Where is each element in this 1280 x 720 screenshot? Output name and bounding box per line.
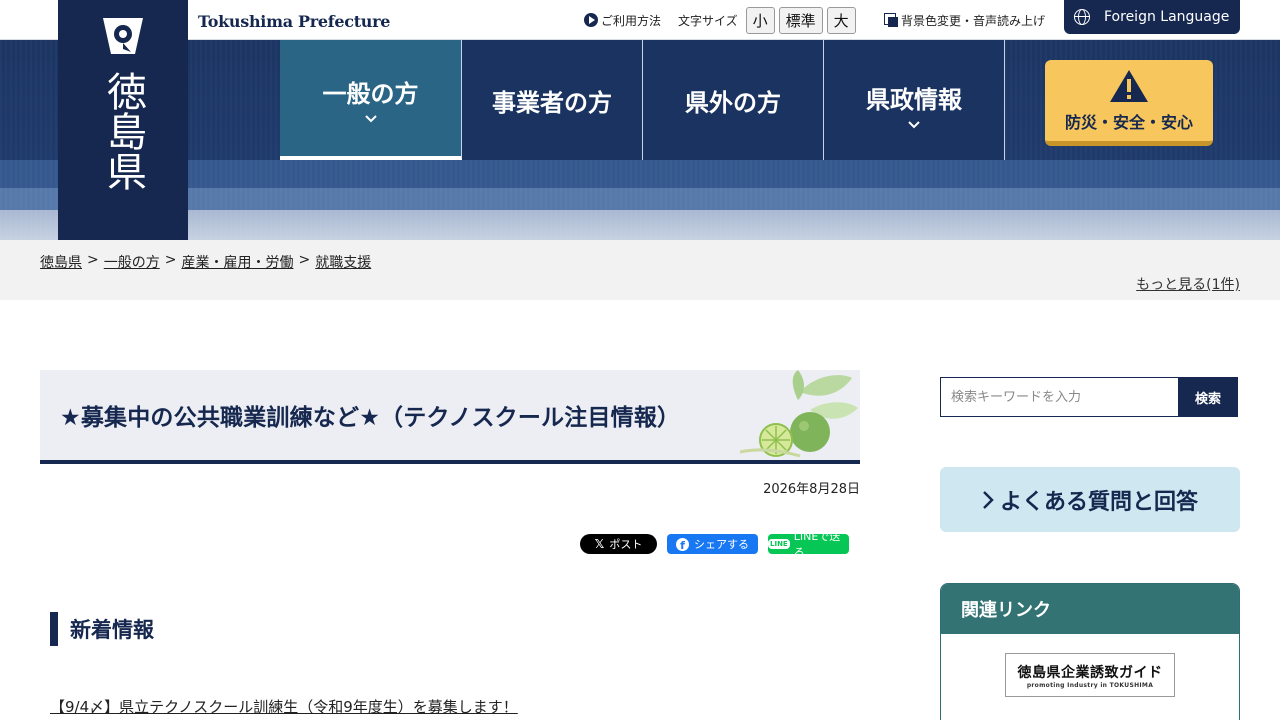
banner-title: 徳島県企業誘致ガイド: [1017, 664, 1163, 681]
nav-label: 一般の方: [322, 79, 419, 108]
foreign-language-label: Foreign Language: [1104, 9, 1230, 25]
breadcrumb-link-general[interactable]: 一般の方: [104, 252, 160, 272]
prefecture-name-vertical: 徳島県: [58, 66, 188, 196]
font-size-standard-button[interactable]: 標準: [778, 6, 823, 34]
sudachi-illustration: [740, 370, 858, 458]
search-input[interactable]: [940, 377, 1178, 417]
background-color-label: 背景色変更・音声読み上げ: [901, 13, 1046, 28]
font-size-large-button[interactable]: 大: [826, 6, 856, 34]
font-size-small-button[interactable]: 小: [745, 6, 775, 34]
chevron-down-icon: [364, 114, 377, 122]
color-squares-icon: [884, 12, 899, 28]
prefecture-emblem-icon: [103, 18, 143, 54]
line-send-button[interactable]: LINE LINEで送る: [768, 530, 849, 559]
nav-label: 事業者の方: [492, 88, 612, 117]
x-post-label: ポスト: [609, 538, 643, 551]
nav-label: 県政情報: [866, 85, 962, 114]
breadcrumb-separator: >: [87, 252, 99, 268]
banner-subtitle: promoting Industry in TOKUSHIMA: [1026, 681, 1154, 689]
breadcrumb-separator: >: [298, 252, 311, 268]
guide-link[interactable]: ご利用方法: [584, 0, 661, 40]
disaster-label: 防災・安全・安心: [1064, 112, 1193, 132]
facebook-share-label: シェアする: [694, 538, 749, 551]
nav-outside-prefecture[interactable]: 県外の方: [643, 40, 824, 160]
page-title: ★募集中の公共職業訓練など★（テクノスクール注目情報）: [60, 405, 681, 431]
publish-date: 2026年8月28日: [763, 482, 860, 497]
see-more-link[interactable]: もっと見る(1件): [1136, 274, 1240, 294]
nav-business[interactable]: 事業者の方: [462, 40, 643, 160]
search-button[interactable]: 検索: [1178, 377, 1238, 417]
page-title-box: ★募集中の公共職業訓練など★（テクノスクール注目情報）: [40, 370, 860, 464]
breadcrumb-trail: 徳島県 > 一般の方 > 産業・雇用・労働 > 就職支援: [40, 252, 371, 272]
x-post-button[interactable]: 𝕏 ポスト: [580, 534, 657, 554]
section-heading-news: 新着情報: [50, 612, 154, 646]
breadcrumb-link-industry[interactable]: 産業・雇用・労働: [181, 252, 293, 272]
font-size-label: 文字サイズ: [678, 13, 738, 28]
faq-button[interactable]: よくある質問と回答: [940, 467, 1240, 532]
warning-icon: [1110, 69, 1148, 102]
line-send-label: LINEで送る: [793, 530, 841, 559]
facebook-share-button[interactable]: f シェアする: [667, 534, 758, 554]
news-item-link[interactable]: 【9/4〆】県立テクノスクール訓練生（令和9年度生）を募集します！: [50, 696, 518, 717]
breadcrumb-separator: >: [164, 252, 177, 268]
nav-prefectural-info[interactable]: 県政情報: [824, 40, 1005, 160]
breadcrumb: 徳島県 > 一般の方 > 産業・雇用・労働 > 就職支援 もっと見る(1件): [0, 240, 1280, 300]
facebook-logo-icon: f: [676, 537, 689, 551]
chevron-right-icon: [983, 490, 994, 509]
disaster-safety-button[interactable]: 防災・安全・安心: [1045, 60, 1213, 146]
guide-link-label: ご利用方法: [601, 13, 662, 28]
faq-label: よくある質問と回答: [999, 489, 1198, 515]
x-logo-icon: 𝕏: [594, 537, 605, 551]
brand-english-name[interactable]: Tokushima Prefecture: [198, 12, 390, 31]
breadcrumb-link-job-support[interactable]: 就職支援: [315, 252, 371, 272]
foreign-language-button[interactable]: Foreign Language: [1064, 0, 1240, 34]
breadcrumb-link-home[interactable]: 徳島県: [40, 252, 82, 272]
background-color-link[interactable]: 背景色変更・音声読み上げ: [884, 0, 1045, 40]
utility-bar: Tokushima Prefecture ご利用方法 文字サイズ 小 標準 大 …: [0, 0, 1280, 40]
font-size-control: 文字サイズ 小 標準 大: [678, 0, 856, 40]
nav-general-public[interactable]: 一般の方: [280, 40, 462, 160]
related-links-heading: 関連リンク: [941, 584, 1239, 634]
site-search: 検索: [940, 377, 1238, 417]
chevron-down-icon: [908, 120, 920, 128]
line-logo-icon: LINE: [768, 539, 790, 549]
nav-label: 県外の方: [685, 88, 781, 117]
play-circle-icon: [584, 13, 598, 27]
related-links-panel: 関連リンク 徳島県企業誘致ガイド promoting Industry in T…: [940, 583, 1240, 720]
logo-kanji-text: 徳島県: [100, 71, 146, 191]
prefecture-logo[interactable]: 徳島県: [58, 0, 188, 240]
corporate-invitation-guide-banner[interactable]: 徳島県企業誘致ガイド promoting Industry in TOKUSHI…: [1005, 653, 1175, 697]
globe-icon: [1074, 9, 1090, 25]
